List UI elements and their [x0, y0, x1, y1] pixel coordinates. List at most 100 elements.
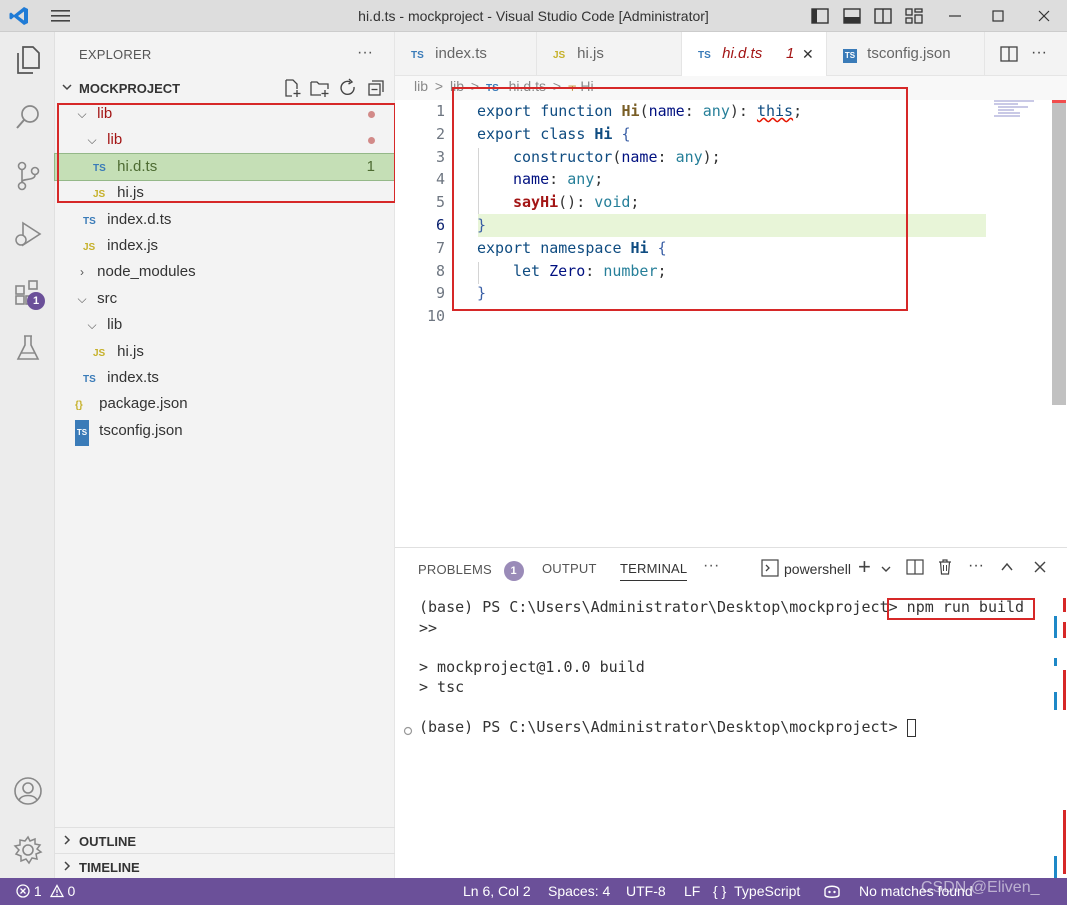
tab-terminal[interactable]: TERMINAL — [620, 561, 688, 581]
source-control-icon[interactable] — [0, 152, 55, 200]
csdn-watermark: CSDN @Eliven_ — [921, 879, 1040, 896]
indentation-status[interactable]: Spaces: 4 — [548, 883, 610, 899]
javascript-file-icon: JS — [93, 348, 106, 359]
language-label: TypeScript — [734, 883, 801, 899]
explorer-icon[interactable] — [0, 36, 55, 84]
editor-scrollbar[interactable] — [1052, 100, 1066, 405]
testing-icon[interactable] — [0, 324, 55, 372]
terminal-line-5: (base) PS C:\Users\Administrator\Desktop… — [419, 718, 916, 737]
tab-tsconfig-json[interactable]: TS tsconfig.json — [827, 32, 985, 76]
explorer-title: EXPLORER — [79, 47, 152, 62]
tree-folder-src[interactable]: ⌵ src — [55, 286, 395, 312]
settings-gear-icon[interactable] — [0, 826, 55, 874]
warning-count: 0 — [67, 883, 76, 899]
new-terminal-icon[interactable]: + — [858, 556, 871, 578]
problems-status[interactable]: 1 0 — [16, 883, 75, 899]
tree-folder-src-lib[interactable]: ⌵ lib — [55, 312, 395, 338]
eol-status[interactable]: LF — [684, 883, 700, 899]
maximize-panel-icon[interactable] — [1000, 560, 1014, 577]
encoding-status[interactable]: UTF-8 — [626, 883, 666, 899]
panel-more-button[interactable]: ··· — [703, 557, 720, 575]
timeline-label: TIMELINE — [79, 860, 140, 875]
chevron-right-icon — [61, 834, 73, 849]
tree-file-index-ts[interactable]: TS index.ts — [55, 365, 395, 391]
tree-file-package-json[interactable]: {} package.json — [55, 391, 395, 417]
tab-hi-js[interactable]: JS hi.js — [537, 32, 682, 76]
error-count: 1 — [33, 883, 42, 899]
bottom-panel: PROBLEMS 1 OUTPUT TERMINAL ··· powershel… — [395, 547, 1067, 878]
terminal-line-2: >> — [419, 619, 438, 637]
extensions-badge: 1 — [27, 292, 45, 310]
terminal-overview-markers — [1053, 598, 1067, 878]
file-label: index.ts — [107, 369, 159, 386]
chevron-down-icon[interactable] — [880, 562, 892, 578]
tree-file-index-js[interactable]: JS index.js — [55, 233, 395, 259]
refresh-icon[interactable] — [338, 78, 358, 101]
copilot-icon[interactable] — [822, 882, 842, 903]
project-section-header[interactable]: MOCKPROJECT — [55, 75, 395, 101]
folder-label: lib — [107, 316, 123, 333]
cursor-position[interactable]: Ln 6, Col 2 — [463, 883, 531, 899]
file-label: index.d.ts — [107, 211, 172, 228]
editor-more-actions-icon[interactable]: ··· — [1031, 44, 1047, 62]
terminal-shell-name[interactable]: powershell — [784, 561, 851, 577]
split-editor-icon[interactable] — [999, 44, 1019, 67]
tree-file-index-d-ts[interactable]: TS index.d.ts — [55, 207, 395, 233]
tab-label: hi.js — [577, 45, 604, 62]
new-file-icon[interactable] — [282, 78, 302, 101]
language-status[interactable]: { } TypeScript — [713, 883, 800, 899]
new-folder-icon[interactable] — [310, 78, 330, 101]
split-terminal-icon[interactable] — [906, 558, 924, 579]
toggle-secondary-sidebar-icon[interactable] — [873, 6, 893, 29]
typescript-file-icon: TS — [698, 50, 711, 61]
outline-section-header[interactable]: OUTLINE — [55, 827, 395, 853]
tree-file-tsconfig-json[interactable]: TS tsconfig.json — [55, 418, 395, 446]
trash-icon[interactable] — [936, 558, 954, 579]
customize-layout-icon[interactable] — [904, 6, 924, 29]
file-label: hi.js — [117, 343, 144, 360]
annotation-box-lib — [57, 103, 396, 203]
annotation-box-code — [452, 87, 908, 311]
tree-file-src-hi-js[interactable]: JS hi.js — [55, 339, 395, 365]
javascript-file-icon: JS — [83, 242, 96, 253]
tab-hi-d-ts[interactable]: TS hi.d.ts 1 ✕ — [682, 32, 827, 76]
javascript-file-icon: JS — [553, 50, 566, 61]
typescript-file-icon: TS — [83, 216, 96, 227]
maximize-icon[interactable] — [988, 6, 1008, 29]
error-icon — [16, 883, 34, 899]
account-icon[interactable] — [0, 767, 55, 815]
minimap[interactable] — [994, 100, 1050, 130]
tab-problems[interactable]: PROBLEMS 1 — [418, 561, 524, 581]
toggle-panel-icon[interactable] — [842, 6, 862, 29]
toggle-sidebar-icon[interactable] — [810, 6, 830, 29]
timeline-section-header[interactable]: TIMELINE — [55, 853, 395, 879]
tree-folder-node-modules[interactable]: › node_modules — [55, 259, 395, 285]
overview-ruler-error-marker — [1052, 100, 1066, 103]
tab-output[interactable]: OUTPUT — [542, 561, 597, 576]
close-window-icon[interactable] — [1034, 6, 1054, 29]
chevron-down-icon: ⌵ — [77, 292, 87, 306]
breadcrumb-separator: > — [434, 78, 444, 94]
activity-bar: 1 — [0, 32, 55, 878]
problems-badge: 1 — [503, 561, 524, 581]
explorer-more-button[interactable]: ··· — [357, 44, 373, 62]
search-icon[interactable] — [0, 93, 55, 141]
status-bar: 1 0 Ln 6, Col 2 Spaces: 4 UTF-8 LF { } T… — [0, 878, 1067, 905]
run-debug-icon[interactable] — [0, 210, 55, 258]
minimize-icon[interactable] — [945, 6, 965, 29]
tab-close-icon[interactable]: ✕ — [802, 32, 814, 76]
problems-label: PROBLEMS — [418, 562, 492, 577]
tab-label: tsconfig.json — [867, 45, 951, 62]
terminal-line-3: > mockproject@1.0.0 build — [419, 658, 645, 676]
file-label: tsconfig.json — [99, 422, 183, 439]
folder-label: src — [97, 290, 118, 307]
terminal-more-actions-icon[interactable]: ··· — [968, 557, 984, 575]
chevron-down-icon: ⌵ — [87, 318, 97, 332]
outline-label: OUTLINE — [79, 834, 137, 849]
tab-index-ts[interactable]: TS index.ts — [395, 32, 537, 76]
breadcrumb-segment[interactable]: lib — [414, 78, 428, 94]
close-panel-icon[interactable] — [1033, 560, 1047, 577]
collapse-all-icon[interactable] — [366, 78, 386, 101]
command-decoration-icon — [403, 723, 413, 739]
extensions-icon[interactable]: 1 — [0, 268, 55, 316]
